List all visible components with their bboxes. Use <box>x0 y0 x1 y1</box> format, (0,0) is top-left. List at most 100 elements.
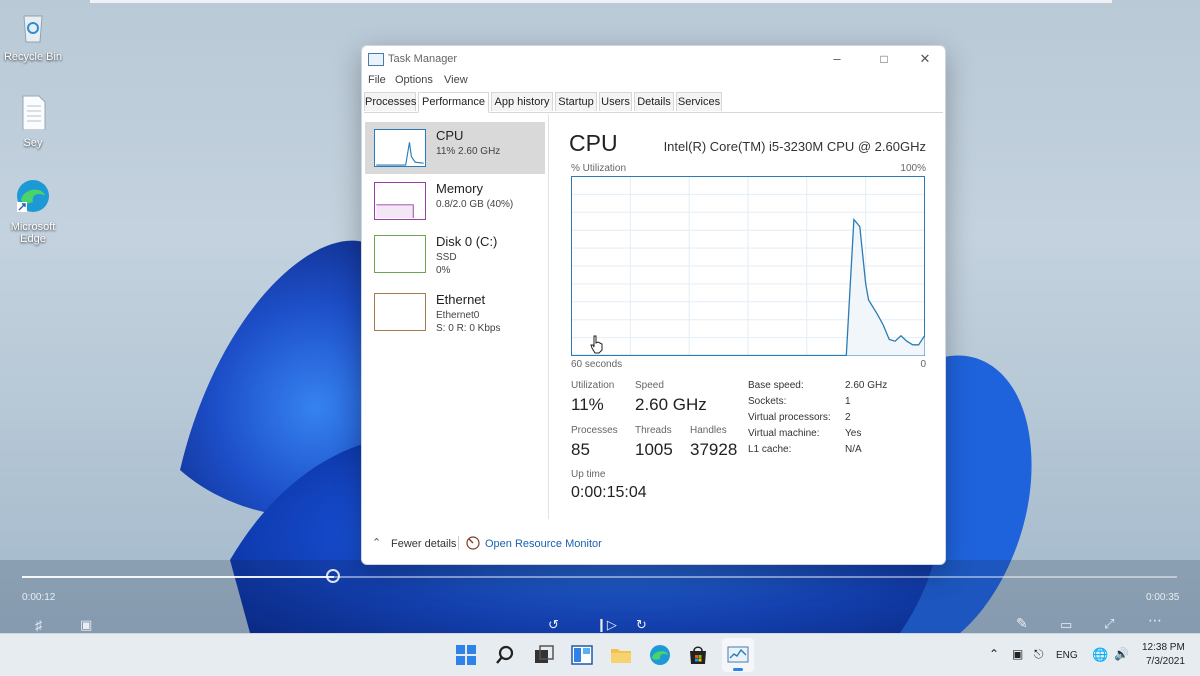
resource-detail: 11% 2.60 GHz <box>436 146 501 157</box>
resource-detail: 0.8/2.0 GB (40%) <box>436 199 514 210</box>
clock-date[interactable]: 7/3/2021 <box>1146 656 1185 667</box>
rewind-10-icon[interactable]: ↺ <box>548 617 559 633</box>
language-indicator[interactable]: ENG <box>1056 650 1078 661</box>
resource-detail-2: 0% <box>436 265 451 276</box>
globe-network-icon[interactable]: 🌐 <box>1092 647 1108 663</box>
detail-value: 2 <box>845 412 851 423</box>
task-manager-taskbar-icon <box>727 646 749 663</box>
close-button[interactable]: ✕ <box>911 50 939 68</box>
desktop-icon-text-file[interactable]: Sey <box>1 94 65 149</box>
task-manager-taskbar-button[interactable] <box>722 638 754 672</box>
desktop-icon-label: Microsoft Edge <box>10 221 56 245</box>
start-icon[interactable] <box>454 643 478 667</box>
threads-value: 1005 <box>635 440 673 459</box>
utilization-label: Utilization <box>571 380 615 391</box>
play-pause-icon[interactable]: ❙▷ <box>596 617 617 633</box>
desktop-icon-label: Sey <box>23 137 43 149</box>
processes-label: Processes <box>571 425 618 436</box>
edge-icon <box>17 180 49 212</box>
volume-icon[interactable]: ♯ <box>35 617 42 633</box>
resource-item-disk[interactable]: Disk 0 (C:) SSD 0% <box>365 228 545 280</box>
video-seek-progress <box>22 576 334 578</box>
maximize-button[interactable]: □ <box>870 50 898 68</box>
tray-app-icon[interactable]: ▣ <box>1012 647 1023 661</box>
resource-name: CPU <box>436 128 464 143</box>
forward-30-icon[interactable]: ↻ <box>636 617 647 633</box>
widgets-icon[interactable] <box>570 643 594 667</box>
utilization-axis-label: % Utilization <box>571 163 627 174</box>
video-seek-handle[interactable] <box>326 569 340 583</box>
desktop-icon-recycle-bin[interactable]: Recycle Bin <box>1 8 65 63</box>
cpu-panel: CPU Intel(R) Core(TM) i5-3230M CPU @ 2.6… <box>550 114 944 519</box>
uptime-label: Up time <box>571 469 606 480</box>
video-elapsed-time: 0:00:12 <box>22 592 56 603</box>
clock-time[interactable]: 12:38 PM <box>1142 642 1185 653</box>
ethernet-mini-graph <box>374 293 426 331</box>
resource-detail: Ethernet0 <box>436 310 480 321</box>
task-view-icon[interactable] <box>532 643 556 667</box>
detail-value: Yes <box>845 428 862 439</box>
memory-mini-graph <box>374 182 426 220</box>
threads-label: Threads <box>635 425 672 436</box>
fewer-details-link[interactable]: Fewer details <box>391 538 456 550</box>
pencil-icon[interactable]: ✎ <box>1016 615 1028 632</box>
file-explorer-icon[interactable] <box>609 643 633 667</box>
desktop-icon-edge[interactable]: Microsoft Edge <box>1 178 65 245</box>
search-icon[interactable] <box>493 643 517 667</box>
captions-icon[interactable]: ▣ <box>80 617 92 633</box>
open-resource-monitor-link[interactable]: Open Resource Monitor <box>485 538 602 550</box>
panel-heading: CPU <box>569 130 618 156</box>
detail-key: Base speed: <box>748 380 804 391</box>
detail-key: L1 cache: <box>748 444 792 455</box>
video-top-bar <box>90 0 1112 3</box>
recycle-bin-icon <box>23 15 43 43</box>
task-manager-icon <box>368 53 384 66</box>
resource-item-cpu[interactable]: CPU 11% 2.60 GHz <box>365 122 545 174</box>
tab-services[interactable]: Services <box>676 92 722 111</box>
video-total-time: 0:00:35 <box>1146 592 1180 603</box>
tab-app-history[interactable]: App history <box>491 92 553 111</box>
detail-value: N/A <box>845 444 862 455</box>
task-manager-window: Task Manager – □ ✕ File Options View Pro… <box>361 45 946 565</box>
cpu-utilization-chart <box>571 176 925 356</box>
time-axis-start-label: 60 seconds <box>571 359 623 370</box>
active-app-indicator <box>733 668 743 671</box>
taskbar: ⌃ ▣ ⎋ ENG 🌐 🔊 12:38 PM 7/3/2021 <box>0 633 1200 676</box>
more-options-icon[interactable]: ⋯ <box>1148 612 1162 629</box>
microsoft-store-icon[interactable] <box>686 643 710 667</box>
uptime-value: 0:00:15:04 <box>571 484 647 501</box>
fullscreen-icon[interactable]: ⤢ <box>1104 616 1114 632</box>
menu-view[interactable]: View <box>444 74 468 86</box>
tab-details[interactable]: Details <box>634 92 674 111</box>
window-footer: ⌃ Fewer details Open Resource Monitor <box>362 524 945 564</box>
resource-name: Disk 0 (C:) <box>436 234 498 249</box>
detail-key: Virtual processors: <box>748 412 831 423</box>
minimize-button[interactable]: – <box>823 50 851 68</box>
detail-value: 1 <box>845 396 851 407</box>
disk-mini-graph <box>374 235 426 273</box>
menu-file[interactable]: File <box>368 74 386 86</box>
resource-monitor-icon <box>466 536 480 550</box>
tab-strip: Processes Performance App history Startu… <box>364 92 943 113</box>
speed-label: Speed <box>635 380 664 391</box>
axis-max-label: 100% <box>900 163 926 174</box>
title-bar[interactable]: Task Manager – □ ✕ <box>362 46 945 72</box>
speaker-icon[interactable]: 🔊 <box>1114 647 1129 661</box>
resource-list: CPU 11% 2.60 GHz Memory 0.8/2.0 GB (40%)… <box>362 114 549 519</box>
menu-options[interactable]: Options <box>395 74 433 86</box>
tab-performance[interactable]: Performance <box>418 92 489 113</box>
tab-processes[interactable]: Processes <box>364 92 416 111</box>
resource-detail: SSD <box>436 252 457 263</box>
handles-value: 37928 <box>690 440 738 459</box>
resource-item-ethernet[interactable]: Ethernet Ethernet0 S: 0 R: 0 Kbps <box>365 286 545 338</box>
tab-users[interactable]: Users <box>599 92 632 111</box>
mini-player-icon[interactable]: ▭ <box>1060 617 1072 633</box>
edge-taskbar-icon[interactable] <box>648 643 672 667</box>
detail-value: 2.60 GHz <box>845 380 888 391</box>
tray-overflow-chevron-icon[interactable]: ⌃ <box>989 647 999 661</box>
footer-divider <box>458 536 459 550</box>
tab-startup[interactable]: Startup <box>555 92 597 111</box>
network-icon[interactable]: ⎋ <box>1034 647 1044 662</box>
resource-item-memory[interactable]: Memory 0.8/2.0 GB (40%) <box>365 175 545 227</box>
cpu-model: Intel(R) Core(TM) i5-3230M CPU @ 2.60GHz <box>663 139 926 154</box>
